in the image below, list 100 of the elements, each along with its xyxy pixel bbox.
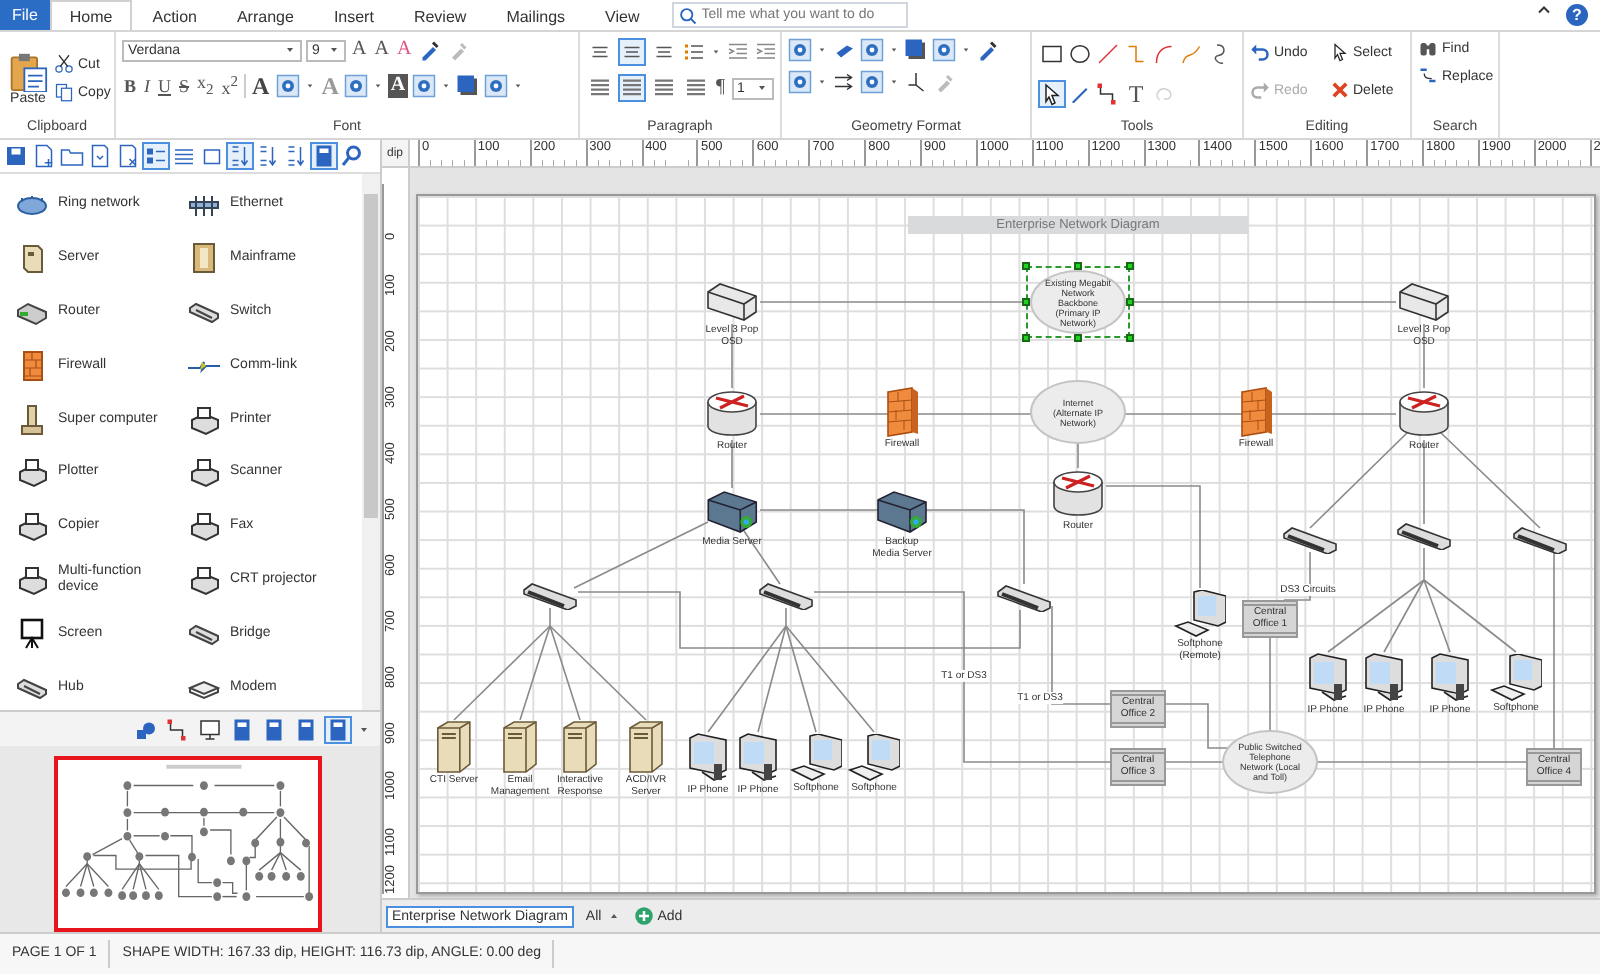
easel-icon [16, 617, 48, 650]
clear-format-button[interactable]: A [394, 38, 414, 62]
tower-icon [16, 403, 48, 436]
add-icon [633, 906, 654, 926]
server-tower-drawing[interactable] [434, 718, 474, 774]
document-icon[interactable] [86, 142, 114, 171]
font-style-button[interactable]: U [156, 73, 174, 98]
scissors-icon [54, 54, 74, 74]
gear-icon[interactable] [788, 70, 812, 94]
scrollbar[interactable] [362, 174, 380, 711]
eyedropper-icon[interactable] [976, 38, 1000, 62]
gear-icon[interactable] [860, 38, 884, 62]
rectangle-icon[interactable] [1038, 40, 1066, 68]
square-icon[interactable] [904, 38, 928, 62]
router-drawing[interactable] [1050, 468, 1106, 520]
text-tool[interactable]: T [1122, 80, 1150, 108]
text-effect-button[interactable]: A [388, 73, 408, 98]
line-icon[interactable] [1094, 40, 1122, 68]
gear-icon[interactable] [788, 38, 812, 62]
ip-phone-drawing[interactable] [1428, 652, 1472, 704]
ribbon-tab[interactable]: Mailings [486, 0, 586, 30]
ellipse-icon[interactable] [1066, 40, 1094, 68]
indent-icon[interactable] [754, 40, 778, 64]
gear-icon[interactable] [483, 73, 508, 98]
computer-drawing[interactable] [790, 734, 842, 782]
server-tower-drawing[interactable] [626, 718, 666, 774]
connector-icon[interactable] [1094, 80, 1122, 108]
undo-icon [1250, 42, 1270, 62]
gear-icon[interactable] [860, 70, 884, 94]
font-style-button[interactable]: x$_{2}$ [195, 70, 216, 102]
printer-icon [188, 403, 220, 436]
connector-line [1423, 323, 1425, 389]
device-box-drawing[interactable] [704, 280, 760, 324]
switch-drawing[interactable] [1282, 526, 1338, 554]
pilcrow-button[interactable]: ¶ [714, 76, 728, 100]
ip-phone-drawing[interactable] [1362, 652, 1406, 704]
ip-phone-drawing[interactable] [736, 732, 780, 784]
font-size-button[interactable]: A [350, 38, 369, 62]
gear-icon[interactable] [411, 73, 436, 98]
ribbon-tab[interactable]: Insert [313, 0, 394, 30]
server-tower-drawing[interactable] [560, 718, 600, 774]
help-button[interactable]: ? [1566, 4, 1588, 26]
gear-icon[interactable] [275, 73, 300, 98]
computer-drawing[interactable] [1490, 654, 1542, 702]
printer-icon [188, 456, 220, 489]
switch-drawing[interactable] [1396, 522, 1452, 550]
indent-icon[interactable] [726, 40, 750, 64]
save-icon[interactable] [2, 142, 30, 171]
pointer-icon[interactable] [1038, 80, 1066, 108]
media-server-drawing[interactable] [704, 488, 760, 536]
eyedropper-icon[interactable] [417, 38, 442, 62]
server-tower-drawing[interactable] [500, 718, 540, 774]
computer-drawing[interactable] [1174, 590, 1226, 638]
font-style-button[interactable]: S [177, 73, 192, 98]
ribbon-tab[interactable]: Review [393, 0, 487, 30]
new-document-icon[interactable] [30, 142, 58, 171]
connector-line [759, 509, 879, 511]
align-icon[interactable] [618, 38, 646, 66]
router-drawing[interactable] [1396, 388, 1452, 440]
connector-icon[interactable] [164, 715, 192, 744]
grid-view-icon[interactable] [142, 142, 170, 171]
monitor-icon[interactable] [196, 715, 224, 744]
ip-phone-drawing[interactable] [686, 732, 730, 784]
ribbon-tab[interactable]: Home [49, 0, 133, 30]
bullet-list-icon[interactable] [682, 40, 706, 64]
computer-drawing[interactable] [848, 734, 900, 782]
book-icon[interactable] [324, 715, 352, 744]
gear-icon[interactable] [344, 73, 369, 98]
firewall-drawing[interactable] [1238, 386, 1274, 438]
font-size-button[interactable]: A [372, 38, 391, 62]
gear-icon[interactable] [932, 38, 956, 62]
redo-icon [1250, 80, 1270, 100]
firewall-drawing[interactable] [884, 386, 920, 438]
switch-drawing[interactable] [1512, 526, 1568, 554]
font-style-button[interactable]: I [142, 73, 153, 98]
connector-icon[interactable] [904, 70, 928, 94]
media-server-drawing[interactable] [874, 488, 930, 536]
text-effect-button[interactable]: A [250, 73, 272, 98]
search-icon[interactable] [338, 142, 366, 171]
ip-phone-drawing[interactable] [1306, 652, 1350, 704]
printer-icon [188, 510, 220, 543]
font-style-button[interactable]: x$^{2}$ [219, 70, 241, 101]
arrows-icon[interactable] [832, 70, 856, 94]
switch-drawing[interactable] [522, 582, 578, 610]
device-box-drawing[interactable] [1396, 280, 1452, 324]
switch-drawing[interactable] [996, 584, 1052, 612]
arc-icon[interactable] [1150, 40, 1178, 68]
sort-icon[interactable] [226, 142, 254, 171]
font-style-button[interactable]: B [122, 73, 139, 98]
ribbon-tab[interactable]: Arrange [216, 0, 314, 30]
document-icon[interactable] [114, 142, 142, 171]
ribbon-tab[interactable]: View [585, 0, 660, 30]
router-drawing[interactable] [704, 388, 760, 440]
clipboard-icon [8, 51, 48, 91]
ribbon-tab[interactable]: Action [132, 0, 217, 30]
align-icon[interactable] [618, 74, 646, 102]
square-icon[interactable] [455, 73, 480, 98]
book-icon[interactable] [310, 142, 338, 171]
file-tab[interactable]: File [0, 0, 50, 30]
switch-drawing[interactable] [758, 582, 814, 610]
